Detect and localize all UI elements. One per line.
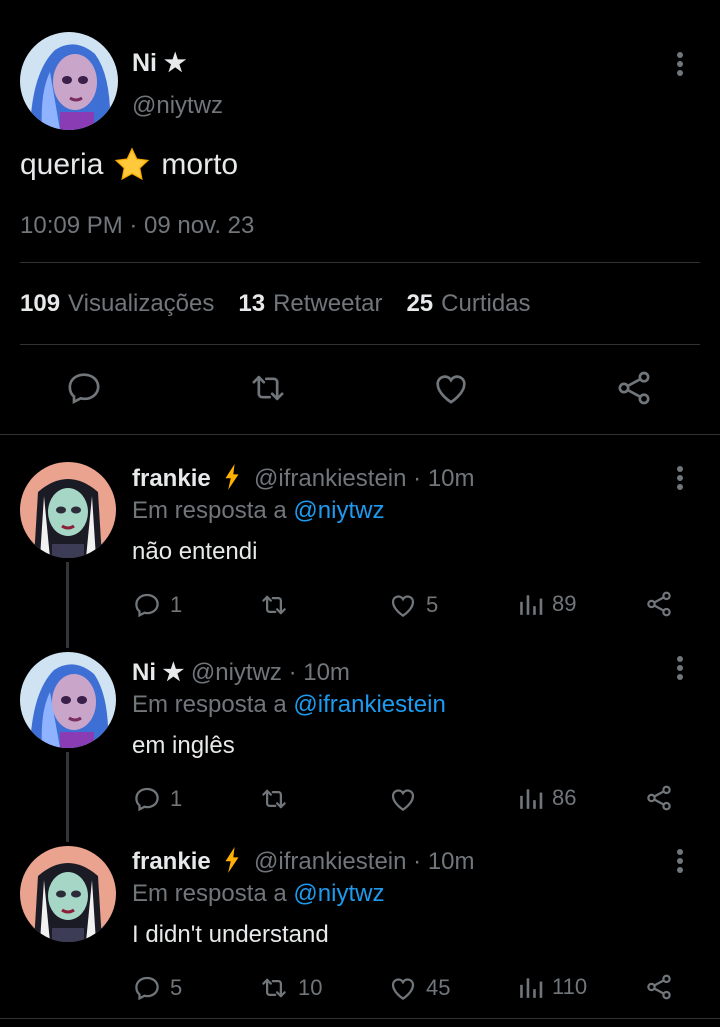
reply-header: Ni ★ @niytwz · 10m (132, 658, 350, 687)
reply-avatar[interactable] (20, 462, 116, 558)
like-icon (388, 784, 418, 814)
author-handle[interactable]: @niytwz (132, 92, 223, 120)
author-name[interactable]: Ni ★ (132, 48, 186, 78)
like-count: 45 (426, 975, 451, 1000)
retweet-action[interactable] (258, 590, 298, 620)
retweet-action[interactable] (258, 784, 298, 814)
views-count: 110 (552, 974, 588, 999)
reply-context: Em resposta a @niytwz (132, 880, 384, 908)
reply-context-prefix: Em resposta a (132, 691, 287, 718)
reply-context: Em resposta a @niytwz (132, 497, 384, 525)
likes-count[interactable]: 25 (406, 290, 433, 317)
more-options-icon[interactable] (668, 458, 692, 498)
retweet-icon (258, 590, 290, 620)
thread-line (66, 562, 69, 648)
divider (20, 262, 700, 263)
reply-count: 1 (170, 592, 183, 617)
retweet-icon[interactable] (248, 368, 288, 408)
tweet-text-part-1: queria (20, 148, 104, 181)
reply-to-link[interactable]: @niytwz (293, 497, 384, 524)
tweet-text-part-2: morto (161, 148, 239, 181)
views-action[interactable]: 89 (518, 590, 576, 618)
reply-author-handle[interactable]: @ifrankiestein (254, 465, 406, 492)
reply-time[interactable]: · 10m (289, 659, 350, 686)
reply-to-link[interactable]: @niytwz (293, 880, 384, 907)
reply-context-prefix: Em resposta a (132, 880, 287, 907)
views-action[interactable]: 110 (518, 973, 587, 1001)
reply-author-name[interactable]: Ni ★ (132, 659, 184, 686)
reply-context: Em resposta a @ifrankiestein (132, 691, 446, 719)
retweets-count[interactable]: 13 (238, 290, 265, 317)
reply-text: não entendi (132, 538, 258, 565)
like-icon[interactable] (431, 368, 471, 408)
views-count: 86 (552, 785, 577, 810)
share-icon[interactable] (644, 972, 674, 1002)
like-action[interactable] (388, 784, 426, 814)
views-icon (518, 590, 544, 618)
views-icon (518, 784, 544, 812)
retweet-count: 10 (298, 975, 323, 1000)
views-count[interactable]: 109 (20, 290, 60, 317)
more-options-icon[interactable] (668, 44, 692, 84)
like-action[interactable]: 45 (388, 973, 450, 1003)
reply-icon (132, 973, 162, 1003)
reply-author-name[interactable]: frankie (132, 465, 211, 492)
retweets-label[interactable]: Retweetar (273, 290, 382, 317)
reply-text: em inglês (132, 732, 235, 759)
reply-author-name[interactable]: frankie (132, 848, 211, 875)
views-icon (518, 973, 544, 1001)
divider (20, 344, 700, 345)
share-icon[interactable] (644, 783, 674, 813)
like-action[interactable]: 5 (388, 590, 438, 620)
share-icon[interactable] (614, 368, 654, 408)
reply-context-prefix: Em resposta a (132, 497, 287, 524)
views-action[interactable]: 86 (518, 784, 576, 812)
reply-header: frankie @ifrankiestein · 10m (132, 464, 475, 493)
likes-label[interactable]: Curtidas (441, 290, 530, 317)
lightning-icon (223, 847, 241, 873)
section-divider (0, 434, 720, 435)
more-options-icon[interactable] (668, 841, 692, 881)
reply-icon[interactable] (64, 368, 104, 408)
reply-author-handle[interactable]: @niytwz (191, 659, 282, 686)
reply-action[interactable]: 1 (132, 784, 182, 814)
reply-time[interactable]: · 10m (413, 848, 474, 875)
retweet-icon (258, 973, 290, 1003)
reply-avatar[interactable] (20, 652, 116, 748)
reply-avatar[interactable] (20, 846, 116, 942)
reply-header: frankie @ifrankiestein · 10m (132, 847, 475, 876)
reply-to-link[interactable]: @ifrankiestein (293, 691, 445, 718)
section-divider (0, 1018, 720, 1019)
lightning-icon (223, 464, 241, 490)
reply-action[interactable]: 1 (132, 590, 182, 620)
author-avatar[interactable] (20, 32, 118, 130)
star-emoji-icon (113, 146, 151, 184)
reply-action[interactable]: 5 (132, 973, 182, 1003)
thread-line (66, 752, 69, 842)
views-count: 89 (552, 591, 577, 616)
views-label[interactable]: Visualizações (68, 290, 214, 317)
share-icon[interactable] (644, 589, 674, 619)
retweet-icon (258, 784, 290, 814)
like-icon (388, 973, 418, 1003)
like-icon (388, 590, 418, 620)
like-count: 5 (426, 592, 439, 617)
reply-text: I didn't understand (132, 921, 329, 948)
reply-time[interactable]: · 10m (413, 465, 474, 492)
reply-icon (132, 590, 162, 620)
reply-author-handle[interactable]: @ifrankiestein (254, 848, 406, 875)
reply-count: 1 (170, 786, 183, 811)
tweet-stats: 109 Visualizações 13 Retweetar 25 Curtidas (20, 290, 555, 318)
reply-count: 5 (170, 975, 183, 1000)
tweet-timestamp[interactable]: 10:09 PM · 09 nov. 23 (20, 212, 254, 240)
tweet-text: queria morto (20, 146, 238, 184)
reply-icon (132, 784, 162, 814)
retweet-action[interactable]: 10 (258, 973, 322, 1003)
more-options-icon[interactable] (668, 648, 692, 688)
